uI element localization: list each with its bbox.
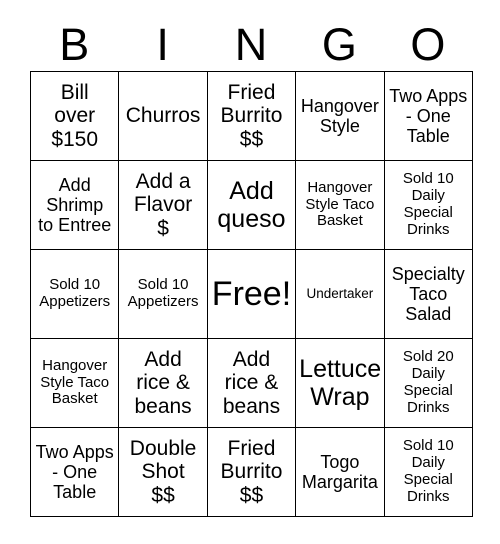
- bingo-cell-label: Bill over $150: [51, 80, 99, 151]
- bingo-cell[interactable]: Sold 10 Appetizers: [29, 249, 120, 339]
- bingo-cell[interactable]: Two Apps - One Table: [383, 71, 473, 161]
- bingo-cell-label: Add rice & beans: [222, 347, 281, 418]
- bingo-cell-label: Fried Burrito $$: [220, 436, 283, 507]
- bingo-card: B I N G O Bill over $150 Churros Fried B…: [0, 0, 500, 544]
- bingo-cell-label: Hangover Style Taco Basket: [40, 356, 110, 408]
- bingo-cell-label: Add Shrimp to Entree: [38, 174, 112, 236]
- bingo-cell-label: Churros: [125, 104, 201, 128]
- bingo-row: Bill over $150 Churros Fried Burrito $$ …: [29, 71, 473, 161]
- bingo-cell[interactable]: Two Apps - One Table: [29, 427, 120, 517]
- bingo-cell-label: Specialty Taco Salad: [391, 263, 465, 325]
- bingo-cell-label: Two Apps - One Table: [389, 85, 468, 147]
- bingo-cell[interactable]: Sold 10 Daily Special Drinks: [383, 427, 473, 517]
- bingo-header-row: B I N G O: [30, 18, 472, 71]
- bingo-cell-label: Fried Burrito $$: [220, 80, 283, 151]
- bingo-cell[interactable]: Add a Flavor $: [118, 160, 208, 250]
- bingo-cell-label: Sold 10 Daily Special Drinks: [402, 437, 454, 505]
- bingo-cell[interactable]: Churros: [118, 71, 208, 161]
- bingo-row: Sold 10 Appetizers Sold 10 Appetizers Fr…: [29, 249, 473, 339]
- bingo-row: Add Shrimp to Entree Add a Flavor $ Add …: [29, 160, 473, 250]
- bingo-cell-label: Two Apps - One Table: [35, 441, 114, 503]
- bingo-cell-label: Hangover Style Taco Basket: [305, 178, 375, 230]
- bingo-grid-body: Bill over $150 Churros Fried Burrito $$ …: [29, 71, 473, 517]
- bingo-cell[interactable]: Fried Burrito $$: [206, 71, 297, 161]
- bingo-cell-label: Hangover Style: [300, 95, 379, 136]
- bingo-cell-label: Add queso: [217, 177, 286, 233]
- bingo-free-cell[interactable]: Free!: [206, 249, 297, 339]
- bingo-cell-label: Double Shot $$: [129, 436, 197, 507]
- bingo-header-letter-n: N: [234, 19, 268, 70]
- bingo-cell-label: Sold 20 Daily Special Drinks: [402, 348, 454, 416]
- bingo-cell[interactable]: Add Shrimp to Entree: [29, 160, 120, 250]
- bingo-cell-label: Sold 10 Appetizers: [39, 276, 111, 310]
- bingo-cell[interactable]: Hangover Style Taco Basket: [295, 160, 385, 250]
- bingo-cell[interactable]: Sold 10 Appetizers: [118, 249, 208, 339]
- bingo-grid: Bill over $150 Churros Fried Burrito $$ …: [29, 71, 473, 517]
- bingo-header-letter-i: I: [156, 19, 169, 70]
- bingo-free-label: Free!: [211, 274, 292, 313]
- bingo-cell-label: Add a Flavor $: [133, 169, 193, 240]
- bingo-cell[interactable]: Specialty Taco Salad: [383, 249, 473, 339]
- bingo-cell-label: Add rice & beans: [134, 347, 192, 418]
- bingo-header-letter-g: G: [321, 19, 357, 70]
- bingo-cell[interactable]: Double Shot $$: [118, 427, 208, 517]
- bingo-cell[interactable]: Undertaker: [295, 249, 385, 339]
- bingo-header-letter-o: O: [410, 19, 446, 70]
- bingo-cell[interactable]: Sold 10 Daily Special Drinks: [383, 160, 473, 250]
- bingo-cell[interactable]: Bill over $150: [29, 71, 120, 161]
- bingo-cell[interactable]: Lettuce Wrap: [295, 338, 385, 428]
- bingo-cell-label: Sold 10 Daily Special Drinks: [402, 170, 454, 238]
- bingo-cell[interactable]: Add queso: [206, 160, 297, 250]
- bingo-cell[interactable]: Hangover Style: [295, 71, 385, 161]
- bingo-cell[interactable]: Fried Burrito $$: [206, 427, 297, 517]
- bingo-cell-label: Undertaker: [306, 286, 374, 302]
- bingo-row: Hangover Style Taco Basket Add rice & be…: [29, 338, 473, 428]
- bingo-header-letter-b: B: [59, 19, 90, 70]
- bingo-cell[interactable]: Hangover Style Taco Basket: [29, 338, 120, 428]
- bingo-row: Two Apps - One Table Double Shot $$ Frie…: [29, 427, 473, 517]
- bingo-cell-label: Sold 10 Appetizers: [127, 276, 199, 310]
- bingo-cell-label: Lettuce Wrap: [299, 355, 382, 411]
- bingo-cell[interactable]: Togo Margarita: [295, 427, 385, 517]
- bingo-cell[interactable]: Sold 20 Daily Special Drinks: [383, 338, 473, 428]
- bingo-cell[interactable]: Add rice & beans: [206, 338, 297, 428]
- bingo-cell[interactable]: Add rice & beans: [118, 338, 208, 428]
- bingo-cell-label: Togo Margarita: [301, 451, 378, 492]
